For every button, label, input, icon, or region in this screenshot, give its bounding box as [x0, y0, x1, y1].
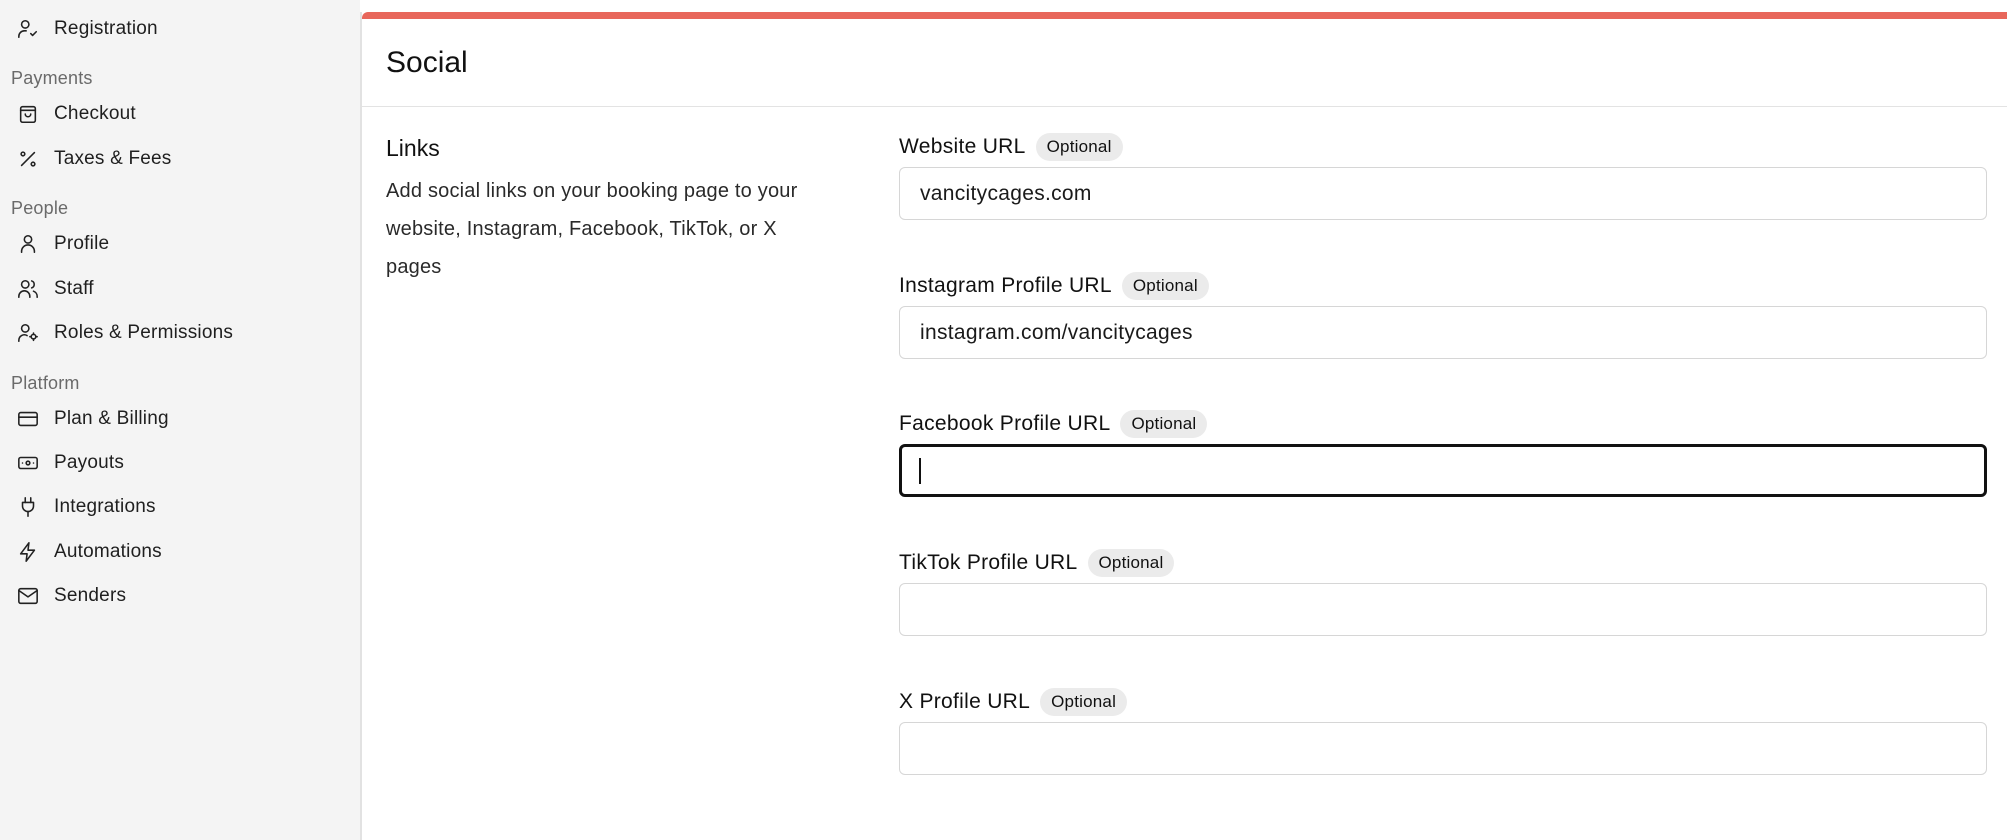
- field-label-text: TikTok Profile URL: [899, 551, 1078, 574]
- sidebar-item-label: Plan & Billing: [54, 408, 169, 429]
- optional-badge: Optional: [1035, 133, 1123, 161]
- shopping-bag-icon: [16, 102, 40, 126]
- optional-badge: Optional: [1121, 272, 1209, 300]
- instagram-url-input[interactable]: [899, 306, 1987, 359]
- x-url-input[interactable]: [899, 722, 1987, 775]
- sidebar-item-taxes-fees[interactable]: Taxes & Fees: [0, 139, 325, 179]
- facebook-url-label: Facebook Profile URL Optional: [899, 410, 1208, 438]
- credit-card-icon: [16, 407, 40, 431]
- facebook-url-input[interactable]: [899, 444, 1987, 497]
- banknote-icon: [16, 451, 40, 475]
- sidebar-item-checkout[interactable]: Checkout: [0, 94, 325, 134]
- sidebar-item-roles-permissions[interactable]: Roles & Permissions: [0, 313, 325, 353]
- card-divider: [362, 106, 2007, 107]
- sidebar-item-automations[interactable]: Automations: [0, 532, 325, 572]
- links-section-description: Add social links on your booking page to…: [386, 180, 798, 278]
- sidebar-item-label: Profile: [54, 233, 110, 254]
- sidebar-item-label: Integrations: [54, 496, 156, 517]
- percent-icon: [16, 147, 40, 171]
- sidebar-item-payouts[interactable]: Payouts: [0, 443, 325, 483]
- social-settings-card: Social Links Add social links on your bo…: [360, 12, 2007, 840]
- field-label-text: Website URL: [899, 135, 1026, 158]
- sidebar-item-label: Roles & Permissions: [54, 322, 234, 343]
- section-heading-payments: Payments: [11, 68, 93, 88]
- field-label-text: Instagram Profile URL: [899, 274, 1112, 297]
- sidebar-item-registration[interactable]: Registration: [0, 9, 325, 49]
- sidebar-item-senders[interactable]: Senders: [0, 576, 325, 616]
- card-accent-bar: [362, 12, 2007, 19]
- zap-icon: [16, 540, 40, 564]
- sidebar-item-label: Senders: [54, 585, 127, 606]
- page-title: Social: [386, 46, 468, 79]
- sidebar-item-label: Taxes & Fees: [54, 148, 172, 169]
- settings-sidebar: Registration Payments Checkout Taxes & F…: [0, 0, 325, 840]
- sidebar-item-plan-billing[interactable]: Plan & Billing: [0, 399, 325, 439]
- section-heading-platform: Platform: [11, 373, 80, 393]
- tiktok-url-label: TikTok Profile URL Optional: [899, 549, 1175, 577]
- plug-icon: [16, 495, 40, 519]
- content-background: [325, 0, 360, 840]
- user-check-icon: [16, 17, 40, 41]
- sidebar-item-integrations[interactable]: Integrations: [0, 487, 325, 527]
- user-icon: [16, 232, 40, 256]
- sidebar-item-label: Payouts: [54, 452, 125, 473]
- sidebar-item-label: Checkout: [54, 103, 136, 124]
- tiktok-url-input[interactable]: [899, 583, 1987, 636]
- sidebar-item-label: Staff: [54, 278, 94, 299]
- website-url-input[interactable]: [899, 167, 1987, 220]
- mail-icon: [16, 584, 40, 608]
- section-heading-people: People: [11, 198, 69, 218]
- optional-badge: Optional: [1120, 410, 1208, 438]
- users-icon: [16, 277, 40, 301]
- sidebar-item-label: Registration: [54, 18, 158, 39]
- x-url-label: X Profile URL Optional: [899, 688, 1128, 716]
- instagram-url-label: Instagram Profile URL Optional: [899, 272, 1209, 300]
- sidebar-item-profile[interactable]: Profile: [0, 224, 325, 264]
- optional-badge: Optional: [1040, 688, 1128, 716]
- sidebar-item-label: Automations: [54, 541, 162, 562]
- links-section-title: Links: [386, 135, 440, 161]
- text-cursor: [919, 458, 921, 484]
- website-url-label: Website URL Optional: [899, 133, 1123, 161]
- field-label-text: Facebook Profile URL: [899, 412, 1111, 435]
- sidebar-item-staff[interactable]: Staff: [0, 269, 325, 309]
- field-label-text: X Profile URL: [899, 690, 1031, 713]
- user-cog-icon: [16, 321, 40, 345]
- optional-badge: Optional: [1087, 549, 1175, 577]
